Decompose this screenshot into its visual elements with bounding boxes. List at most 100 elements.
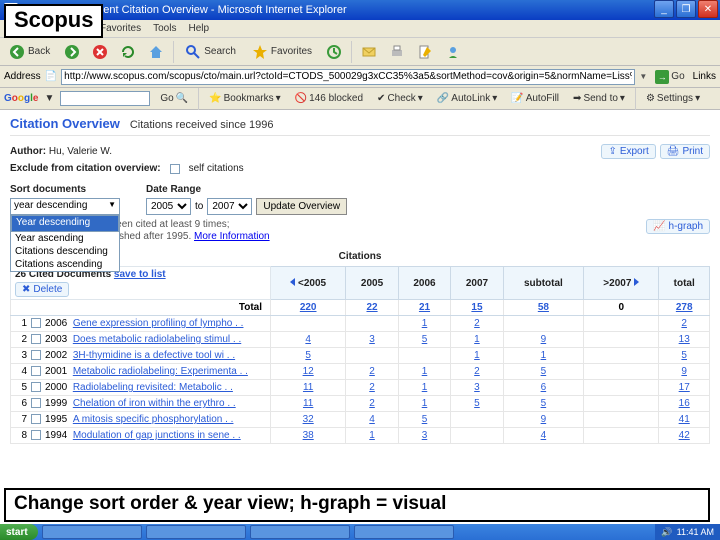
messenger-button[interactable]	[442, 41, 464, 63]
total-2007[interactable]: 15	[471, 302, 482, 313]
refresh-button[interactable]	[117, 41, 139, 63]
col-pre-header[interactable]: <2005	[271, 267, 346, 300]
self-citations-checkbox[interactable]	[170, 164, 180, 174]
menu-help[interactable]: Help	[188, 23, 209, 34]
year-from-select[interactable]: 2005	[146, 198, 191, 215]
document-title-link[interactable]: Radiolabeling revisited: Metabolic . .	[73, 382, 233, 393]
favorites-button[interactable]: Favorites	[247, 41, 317, 63]
row-checkbox[interactable]	[31, 398, 41, 408]
cell-pre: 12	[271, 364, 346, 380]
history-button[interactable]	[323, 41, 345, 63]
document-title-link[interactable]: Gene expression profiling of lympho . .	[73, 318, 244, 329]
cell-post	[584, 364, 659, 380]
cell-2006: 1	[398, 396, 450, 412]
edit-button[interactable]	[414, 41, 436, 63]
autolink-button[interactable]: 🔗 AutoLink ▾	[433, 92, 501, 105]
maximize-button[interactable]: ❐	[676, 0, 696, 18]
taskbar: start 🔊11:41 AM	[0, 524, 720, 540]
search-button[interactable]: Search	[180, 41, 241, 63]
export-button[interactable]: ⇪Export	[601, 144, 655, 159]
task-item[interactable]	[354, 525, 454, 539]
cell-subtotal: 9	[503, 332, 583, 348]
sort-option[interactable]: Citations ascending	[11, 258, 119, 271]
close-button[interactable]: ✕	[698, 0, 718, 18]
cell-pre: 32	[271, 412, 346, 428]
total-2005[interactable]: 22	[366, 302, 377, 313]
row-checkbox[interactable]	[31, 382, 41, 392]
cell-post	[584, 412, 659, 428]
document-title-link[interactable]: Modulation of gap junctions in sene . .	[73, 430, 241, 441]
popup-blocked-button[interactable]: 🚫 146 blocked	[291, 92, 367, 105]
settings-button[interactable]: ⚙ Settings ▾	[642, 92, 704, 105]
delete-button[interactable]: ✖ Delete	[15, 282, 69, 297]
task-item[interactable]	[42, 525, 142, 539]
cell-total: 17	[659, 380, 710, 396]
more-info-link[interactable]: More Information	[194, 231, 270, 242]
address-dropdown-icon[interactable]: ▼	[639, 72, 647, 81]
task-item[interactable]	[146, 525, 246, 539]
cell-2005: 2	[346, 364, 398, 380]
cell-2005: 4	[346, 412, 398, 428]
google-search-input[interactable]	[60, 91, 150, 106]
row-checkbox[interactable]	[31, 318, 41, 328]
start-button[interactable]: start	[0, 524, 38, 540]
export-icon: ⇪	[608, 146, 616, 157]
system-tray[interactable]: 🔊11:41 AM	[655, 524, 720, 540]
sort-option[interactable]: Citations descending	[11, 245, 119, 258]
row-checkbox[interactable]	[31, 430, 41, 440]
col-post-header[interactable]: >2007	[584, 267, 659, 300]
document-title-link[interactable]: Does metabolic radiolabeling stimul . .	[73, 334, 241, 345]
minimize-button[interactable]: _	[654, 0, 674, 18]
total-pre[interactable]: 220	[300, 302, 317, 313]
cell-2005: 2	[346, 396, 398, 412]
cell-subtotal: 6	[503, 380, 583, 396]
year-to-select[interactable]: 2007	[207, 198, 252, 215]
scopus-print-button[interactable]: 🖨Print	[660, 144, 710, 159]
bookmarks-button[interactable]: ⭐ Bookmarks ▾	[205, 92, 285, 105]
sort-option[interactable]: Year descending	[11, 215, 119, 232]
sort-options-list[interactable]: Year descendingYear ascendingCitations d…	[10, 214, 120, 272]
row-checkbox[interactable]	[31, 334, 41, 344]
back-button[interactable]: Back	[4, 41, 55, 63]
document-title-link[interactable]: 3H-thymidine is a defective tool wi . .	[73, 350, 235, 361]
cell-post	[584, 380, 659, 396]
total-all[interactable]: 278	[676, 302, 693, 313]
autofill-button[interactable]: 📝 AutoFill	[507, 92, 563, 105]
document-cell: 81994 Modulation of gap junctions in sen…	[11, 428, 271, 444]
menu-tools[interactable]: Tools	[153, 23, 176, 34]
total-2006[interactable]: 21	[419, 302, 430, 313]
menu-favorites[interactable]: Favorites	[100, 23, 141, 34]
exclude-label: Exclude from citation overview:	[10, 163, 161, 174]
row-checkbox[interactable]	[31, 414, 41, 424]
address-input[interactable]	[61, 69, 635, 85]
cell-2006: 3	[398, 428, 450, 444]
spellcheck-button[interactable]: ✔ Check ▾	[373, 92, 427, 105]
col-2006-header: 2006	[398, 267, 450, 300]
task-item[interactable]	[250, 525, 350, 539]
document-title-link[interactable]: Metabolic radiolabeling: Experimenta . .	[73, 366, 248, 377]
save-to-list-link[interactable]: save to list	[114, 269, 166, 280]
sort-option[interactable]: Year ascending	[11, 232, 119, 245]
go-button[interactable]: →Go	[651, 68, 688, 86]
print-button[interactable]	[386, 41, 408, 63]
h-graph-button[interactable]: 📈h-graph	[646, 219, 710, 234]
mail-button[interactable]	[358, 41, 380, 63]
cell-total: 42	[659, 428, 710, 444]
update-overview-button[interactable]: Update Overview	[256, 198, 347, 215]
home-button[interactable]	[145, 41, 167, 63]
google-go-button[interactable]: Go 🔍	[156, 92, 192, 105]
window-titlebar: Scopus - Document Citation Overview - Mi…	[0, 0, 720, 20]
stop-button[interactable]	[89, 41, 111, 63]
total-subtotal[interactable]: 58	[538, 302, 549, 313]
document-title-link[interactable]: A mitosis specific phosphorylation . .	[73, 414, 234, 425]
links-label[interactable]: Links	[693, 71, 716, 82]
table-row: 61999 Chelation of iron within the eryth…	[11, 396, 710, 412]
row-checkbox[interactable]	[31, 350, 41, 360]
forward-button[interactable]	[61, 41, 83, 63]
document-cell: 52000 Radiolabeling revisited: Metabolic…	[11, 380, 271, 396]
sendto-button[interactable]: ➡ Send to ▾	[569, 92, 629, 105]
sort-select[interactable]: year descending▼ Year descendingYear asc…	[10, 198, 120, 215]
row-checkbox[interactable]	[31, 366, 41, 376]
document-cell: 61999 Chelation of iron within the eryth…	[11, 396, 271, 412]
document-title-link[interactable]: Chelation of iron within the erythro . .	[73, 398, 236, 409]
